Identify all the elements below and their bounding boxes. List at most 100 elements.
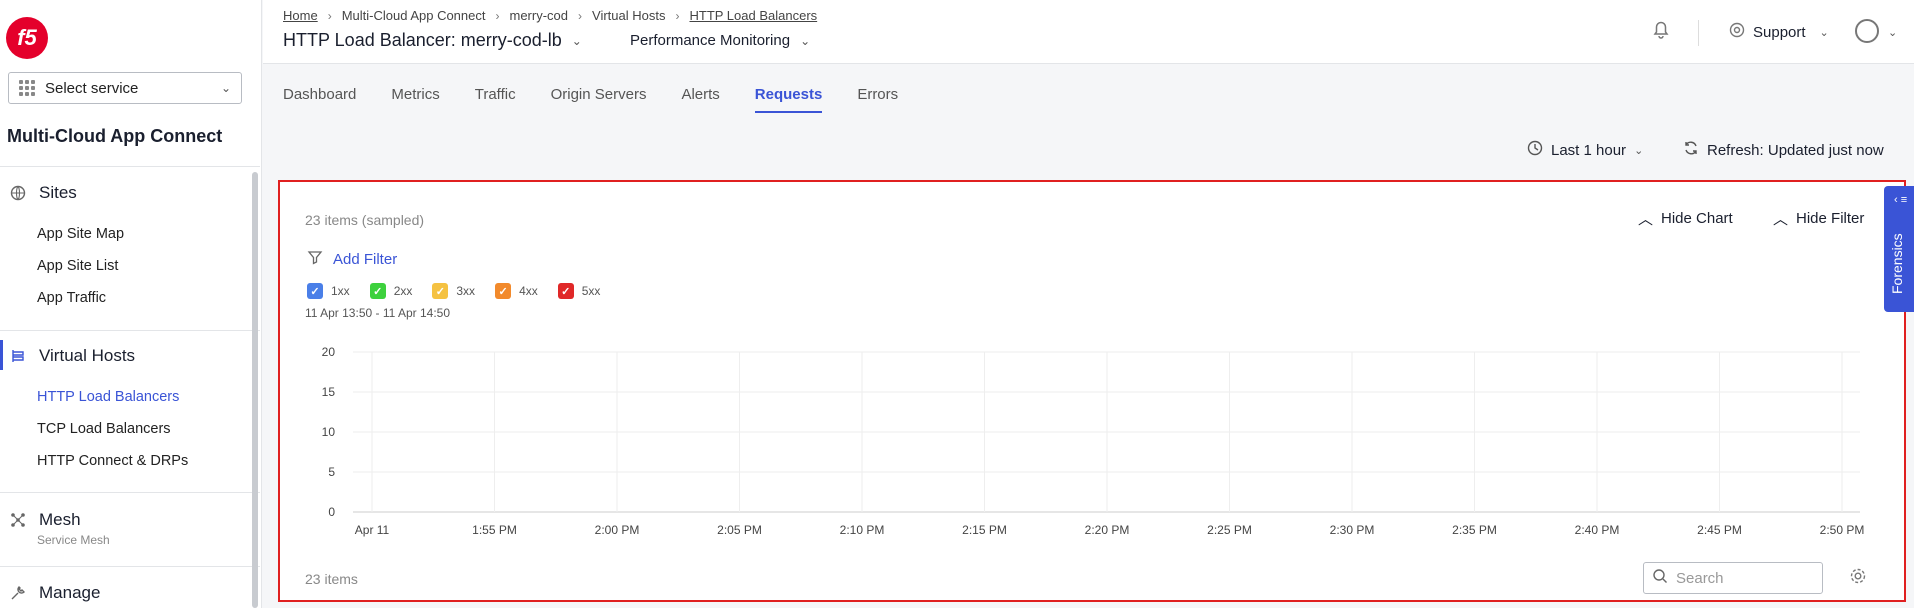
tab-traffic[interactable]: Traffic (475, 86, 516, 113)
checkbox-checked-icon[interactable]: ✓ (495, 283, 512, 299)
chevron-up-icon: ︿ (1773, 211, 1789, 228)
requests-chart: 0 5 10 15 20 Apr 11 1:55 PM 2:00 PM 2:05 PM 2:10 … (322, 345, 1865, 537)
page-title-text: HTTP Load Balancer: merry-cod-lb (283, 30, 562, 50)
x-tick-label: 2:25 PM (1207, 523, 1252, 537)
x-tick-label: 2:10 PM (840, 523, 885, 537)
globe-icon (9, 184, 27, 202)
sidebar-item-http-connect-drps[interactable]: HTTP Connect & DRPs (37, 453, 188, 469)
y-tick-label: 0 (328, 505, 335, 519)
sidebar-item-http-load-balancers[interactable]: HTTP Load Balancers (37, 389, 179, 405)
x-tick-label: 2:15 PM (962, 523, 1007, 537)
divider (0, 166, 260, 167)
search-icon (1652, 568, 1668, 588)
checkbox-checked-icon[interactable]: ✓ (307, 283, 323, 299)
checkbox-checked-icon[interactable]: ✓ (432, 283, 449, 299)
chevron-down-icon: ⌄ (800, 33, 811, 48)
tab-dashboard[interactable]: Dashboard (283, 86, 356, 113)
view-selector[interactable]: Performance Monitoring ⌄ (630, 32, 810, 49)
sidebar-section-sites[interactable]: Sites (0, 183, 252, 203)
tab-errors[interactable]: Errors (857, 86, 898, 113)
forensics-label: Forensics (1889, 233, 1905, 294)
sidebar: f5 Select service ⌄ Multi-Cloud App Conn… (0, 0, 262, 608)
breadcrumb-home[interactable]: Home (283, 8, 318, 23)
items-count: 23 items (305, 571, 358, 587)
x-tick-label: 2:35 PM (1452, 523, 1497, 537)
refresh-label: Refresh: Updated just now (1707, 141, 1884, 159)
breadcrumb-multi-cloud[interactable]: Multi-Cloud App Connect (342, 8, 486, 23)
mesh-icon (9, 511, 27, 529)
chevron-right-icon: › (495, 8, 500, 23)
chevron-down-icon[interactable]: ⌄ (1888, 26, 1897, 39)
chevron-left-icon: ‹ ≡ (1894, 194, 1908, 206)
breadcrumb: Home › Multi-Cloud App Connect › merry-c… (283, 8, 817, 23)
y-tick-label: 20 (322, 345, 336, 359)
y-tick-label: 10 (322, 425, 336, 439)
grid-icon (19, 80, 35, 96)
sidebar-item-app-site-list[interactable]: App Site List (37, 258, 118, 274)
tab-alerts[interactable]: Alerts (681, 86, 719, 113)
header: Home › Multi-Cloud App Connect › merry-c… (263, 0, 1914, 64)
app-title: Multi-Cloud App Connect (7, 126, 223, 146)
user-avatar-icon[interactable] (1855, 19, 1879, 43)
mesh-subtitle: Service Mesh (37, 533, 110, 547)
legend-item-1xx[interactable]: ✓ 1xx (307, 283, 350, 299)
gear-icon[interactable] (1849, 567, 1867, 590)
hide-filter-label: Hide Filter (1796, 210, 1865, 227)
support-menu[interactable]: Support ⌄ (1729, 22, 1829, 42)
virtual-hosts-icon (9, 347, 27, 365)
legend-item-4xx[interactable]: ✓ 4xx (495, 283, 538, 299)
chevron-right-icon: › (578, 8, 583, 23)
add-filter-button[interactable]: Add Filter (307, 249, 397, 269)
x-tick-label: 2:40 PM (1575, 523, 1620, 537)
x-tick-label: 2:05 PM (717, 523, 762, 537)
tab-metrics[interactable]: Metrics (391, 86, 439, 113)
page-title[interactable]: HTTP Load Balancer: merry-cod-lb ⌄ (283, 30, 582, 51)
x-tick-label: 2:00 PM (595, 523, 640, 537)
legend-item-2xx[interactable]: ✓ 2xx (369, 283, 412, 299)
time-range-label: Last 1 hour (1551, 141, 1627, 159)
breadcrumb-namespace[interactable]: merry-cod (510, 8, 569, 23)
clock-icon (1527, 140, 1543, 160)
chart-legend: ✓ 1xx ✓ 2xx ✓ 3xx ✓ 4xx ✓ 5xx (307, 283, 600, 299)
tab-requests[interactable]: Requests (754, 86, 823, 113)
sidebar-section-label: Sites (39, 183, 77, 202)
sidebar-section-manage[interactable]: Manage (0, 583, 252, 603)
time-range-selector[interactable]: Last 1 hour ⌄ (1527, 140, 1643, 160)
y-tick-label: 5 (328, 465, 335, 479)
search-input[interactable]: Search (1643, 562, 1823, 594)
chevron-down-icon: ⌄ (1634, 144, 1644, 157)
bell-icon[interactable] (1650, 18, 1676, 44)
sidebar-item-app-site-map[interactable]: App Site Map (37, 226, 124, 242)
select-service-dropdown[interactable]: Select service ⌄ (8, 72, 242, 104)
sidebar-section-virtual-hosts[interactable]: Virtual Hosts (0, 346, 252, 366)
hide-chart-button[interactable]: ︿ Hide Chart (1638, 208, 1733, 229)
f5-logo[interactable]: f5 (6, 17, 48, 59)
support-icon (1729, 22, 1745, 42)
breadcrumb-http-lb[interactable]: HTTP Load Balancers (689, 8, 817, 23)
sidebar-scrollbar[interactable] (252, 172, 258, 608)
refresh-button[interactable]: Refresh: Updated just now (1683, 140, 1884, 160)
hide-filter-button[interactable]: ︿ Hide Filter (1773, 208, 1864, 229)
sidebar-section-label: Virtual Hosts (39, 346, 136, 365)
sidebar-item-app-traffic[interactable]: App Traffic (37, 290, 106, 306)
chevron-down-icon: ⌄ (1819, 26, 1829, 39)
legend-label: 4xx (519, 284, 538, 298)
legend-label: 3xx (456, 284, 476, 298)
sidebar-section-label: Manage (39, 583, 101, 602)
x-tick-label: 2:30 PM (1330, 523, 1375, 537)
chevron-right-icon: › (675, 8, 680, 23)
x-tick-label: Apr 11 (355, 523, 390, 537)
checkbox-checked-icon[interactable]: ✓ (557, 283, 574, 299)
legend-item-5xx[interactable]: ✓ 5xx (557, 283, 601, 299)
breadcrumb-virtual-hosts[interactable]: Virtual Hosts (592, 8, 665, 23)
checkbox-checked-icon[interactable]: ✓ (369, 283, 386, 299)
legend-label: 5xx (581, 284, 601, 298)
x-tick-label: 2:45 PM (1697, 523, 1742, 537)
sidebar-section-mesh[interactable]: Mesh (0, 510, 252, 530)
tab-origin-servers[interactable]: Origin Servers (551, 86, 647, 113)
legend-item-3xx[interactable]: ✓ 3xx (432, 283, 475, 299)
divider (1698, 20, 1699, 46)
sidebar-item-tcp-load-balancers[interactable]: TCP Load Balancers (37, 421, 171, 437)
forensics-tab[interactable]: ‹ ≡ Forensics (1884, 186, 1914, 312)
items-sampled-count: 23 items (sampled) (305, 212, 425, 228)
